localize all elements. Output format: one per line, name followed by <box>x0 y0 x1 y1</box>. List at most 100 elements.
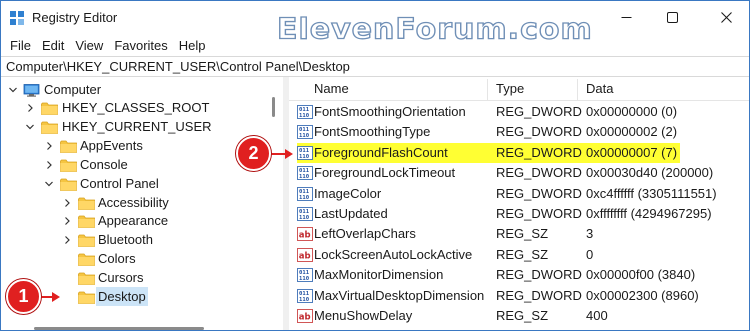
callout-1-arrow-icon <box>52 292 60 302</box>
value-row[interactable]: 011 110 ImageColor REG_DWORD 0xc4ffffff (330… <box>289 184 749 204</box>
minimize-button[interactable] <box>603 1 649 34</box>
value-row[interactable]: ab LockScreenAutoLockActive REG_SZ 0 <box>289 245 749 265</box>
value-type: REG_DWORD <box>496 144 582 160</box>
tree-item-hkey-classes-root[interactable]: HKEY_CLASSES_ROOT <box>1 98 265 117</box>
reg-dword-icon: 011 110 <box>297 125 313 140</box>
folder-icon <box>41 120 58 134</box>
scrollbar-thumb[interactable] <box>34 327 204 330</box>
address-bar[interactable]: Computer\HKEY_CURRENT_USER\Control Panel… <box>1 56 749 77</box>
menu-help[interactable]: Help <box>174 38 212 53</box>
chevron-right-icon[interactable] <box>61 211 73 230</box>
tree-item-accessibility[interactable]: Accessibility <box>1 193 265 212</box>
tree-item-cursors[interactable]: Cursors <box>1 268 265 287</box>
reg-dword-icon: 011 110 <box>297 166 313 180</box>
callout-badge-2: 2 <box>236 136 271 171</box>
value-name: ForegroundLockTimeout <box>314 165 456 181</box>
svg-text:110: 110 <box>299 215 310 221</box>
column-headers: Name Type Data <box>289 77 749 101</box>
column-header-type[interactable]: Type <box>496 77 524 101</box>
reg-sz-icon: ab <box>297 309 313 323</box>
callout-1-pointer-line <box>39 296 53 298</box>
svg-text:110: 110 <box>299 276 310 282</box>
maximize-button[interactable] <box>649 1 695 34</box>
window-title: Registry Editor <box>32 10 118 25</box>
svg-text:110: 110 <box>299 154 310 160</box>
value-row[interactable]: 011 110 FontSmoothingType REG_DWORD 0x000000… <box>289 122 749 142</box>
column-header-name[interactable]: Name <box>314 77 349 101</box>
value-name: MenuShowDelay <box>314 308 413 323</box>
tree-item-label: Appearance <box>98 213 169 228</box>
tree-item-bluetooth[interactable]: Bluetooth <box>1 230 265 249</box>
value-data: 0xffffffff (4294967295) <box>586 206 712 221</box>
value-type: REG_DWORD <box>496 287 582 303</box>
column-divider[interactable] <box>487 79 488 101</box>
reg-dword-icon: 011 110 <box>297 186 313 201</box>
tree-item-console[interactable]: Console <box>1 155 265 174</box>
minimize-icon <box>621 17 631 18</box>
tree-item-appearance[interactable]: Appearance <box>1 211 265 230</box>
menu-edit[interactable]: Edit <box>37 38 70 53</box>
tree-item-hkey-current-user[interactable]: HKEY_CURRENT_USER <box>1 117 265 136</box>
tree-item-computer[interactable]: Computer <box>1 80 265 99</box>
value-data: 400 <box>586 308 608 323</box>
chevron-down-icon[interactable] <box>43 174 55 193</box>
tree-vertical-scrollbar[interactable] <box>267 77 281 323</box>
column-header-data[interactable]: Data <box>586 77 613 101</box>
svg-text:ab: ab <box>299 313 311 323</box>
value-row[interactable]: 011 110 MaxVirtualDesktopDimension REG_DWOR… <box>289 286 749 306</box>
value-row[interactable]: 011 110 FontSmoothingOrientation REG_DWORD 0… <box>289 102 749 122</box>
value-row[interactable]: 011 110 ForegroundFlashCount REG_DWORD 0x000… <box>289 142 749 163</box>
tree-item-label: HKEY_CURRENT_USER <box>62 119 212 134</box>
folder-icon <box>78 214 95 228</box>
tree-item-label: Colors <box>98 251 136 266</box>
scrollbar-thumb[interactable] <box>272 97 275 117</box>
reg-sz-icon: ab <box>297 227 313 242</box>
chevron-right-icon[interactable] <box>61 230 73 249</box>
reg-dword-icon: 011 110 <box>297 288 313 303</box>
value-row[interactable]: 011 110 MaxMonitorDimension REG_DWORD 0x0000… <box>289 265 749 285</box>
values-pane: Name Type Data 011 110 FontSmoothingOrient… <box>289 77 749 330</box>
value-name: FontSmoothingType <box>314 124 431 140</box>
value-row[interactable]: 011 110 ForegroundLockTimeout REG_DWORD 0x00… <box>289 163 749 183</box>
value-type: REG_SZ <box>496 246 549 262</box>
chevron-down-icon[interactable] <box>24 117 36 136</box>
tree-item-colors[interactable]: Colors <box>1 249 265 268</box>
value-row[interactable]: ab MenuShowDelay REG_SZ 400 <box>289 306 749 326</box>
tree-horizontal-scrollbar[interactable] <box>1 323 267 330</box>
value-type: REG_DWORD <box>496 165 582 181</box>
tree-item-control-panel[interactable]: Control Panel <box>1 174 265 193</box>
tree-item-appevents[interactable]: AppEvents <box>1 136 265 155</box>
reg-sz-icon: ab <box>297 247 313 262</box>
tree-item-label: Accessibility <box>98 195 169 210</box>
value-row[interactable]: 011 110 LastUpdated REG_DWORD 0xffffffff (42… <box>289 204 749 224</box>
menu-view[interactable]: View <box>70 38 109 53</box>
value-data: 0x00000000 (0) <box>586 104 678 119</box>
value-data: 0x00000f00 (3840) <box>586 267 696 283</box>
value-type: REG_SZ <box>496 308 549 323</box>
value-data: 0x00000007 (7) <box>586 144 678 160</box>
svg-text:110: 110 <box>299 195 310 201</box>
value-data: 0x00000002 (2) <box>586 124 678 140</box>
maximize-icon <box>666 12 678 23</box>
value-data: 0x00030d40 (200000) <box>586 165 714 181</box>
chevron-down-icon[interactable] <box>7 80 19 99</box>
chevron-right-icon[interactable] <box>43 136 55 155</box>
chevron-right-icon[interactable] <box>61 193 73 212</box>
value-type: REG_DWORD <box>496 206 582 221</box>
svg-text:110: 110 <box>299 174 310 180</box>
close-button[interactable] <box>703 1 749 34</box>
tree-item-label: Cursors <box>98 270 144 285</box>
registry-editor-window: Registry Editor ElevenForum.com File Edi… <box>0 0 750 331</box>
tree-item-label: AppEvents <box>80 138 143 153</box>
menu-file[interactable]: File <box>5 38 37 53</box>
menu-favorites[interactable]: Favorites <box>109 38 173 53</box>
value-type: REG_DWORD <box>496 124 582 140</box>
value-name: MaxVirtualDesktopDimension <box>314 287 485 303</box>
title-bar[interactable]: Registry Editor ElevenForum.com <box>1 1 749 47</box>
value-name: LockScreenAutoLockActive <box>314 246 473 262</box>
value-row[interactable]: ab LeftOverlapChars REG_SZ 3 <box>289 224 749 244</box>
chevron-right-icon[interactable] <box>43 155 55 174</box>
callout-badge-1: 1 <box>6 279 41 314</box>
column-divider[interactable] <box>577 79 578 101</box>
chevron-right-icon[interactable] <box>24 98 36 117</box>
